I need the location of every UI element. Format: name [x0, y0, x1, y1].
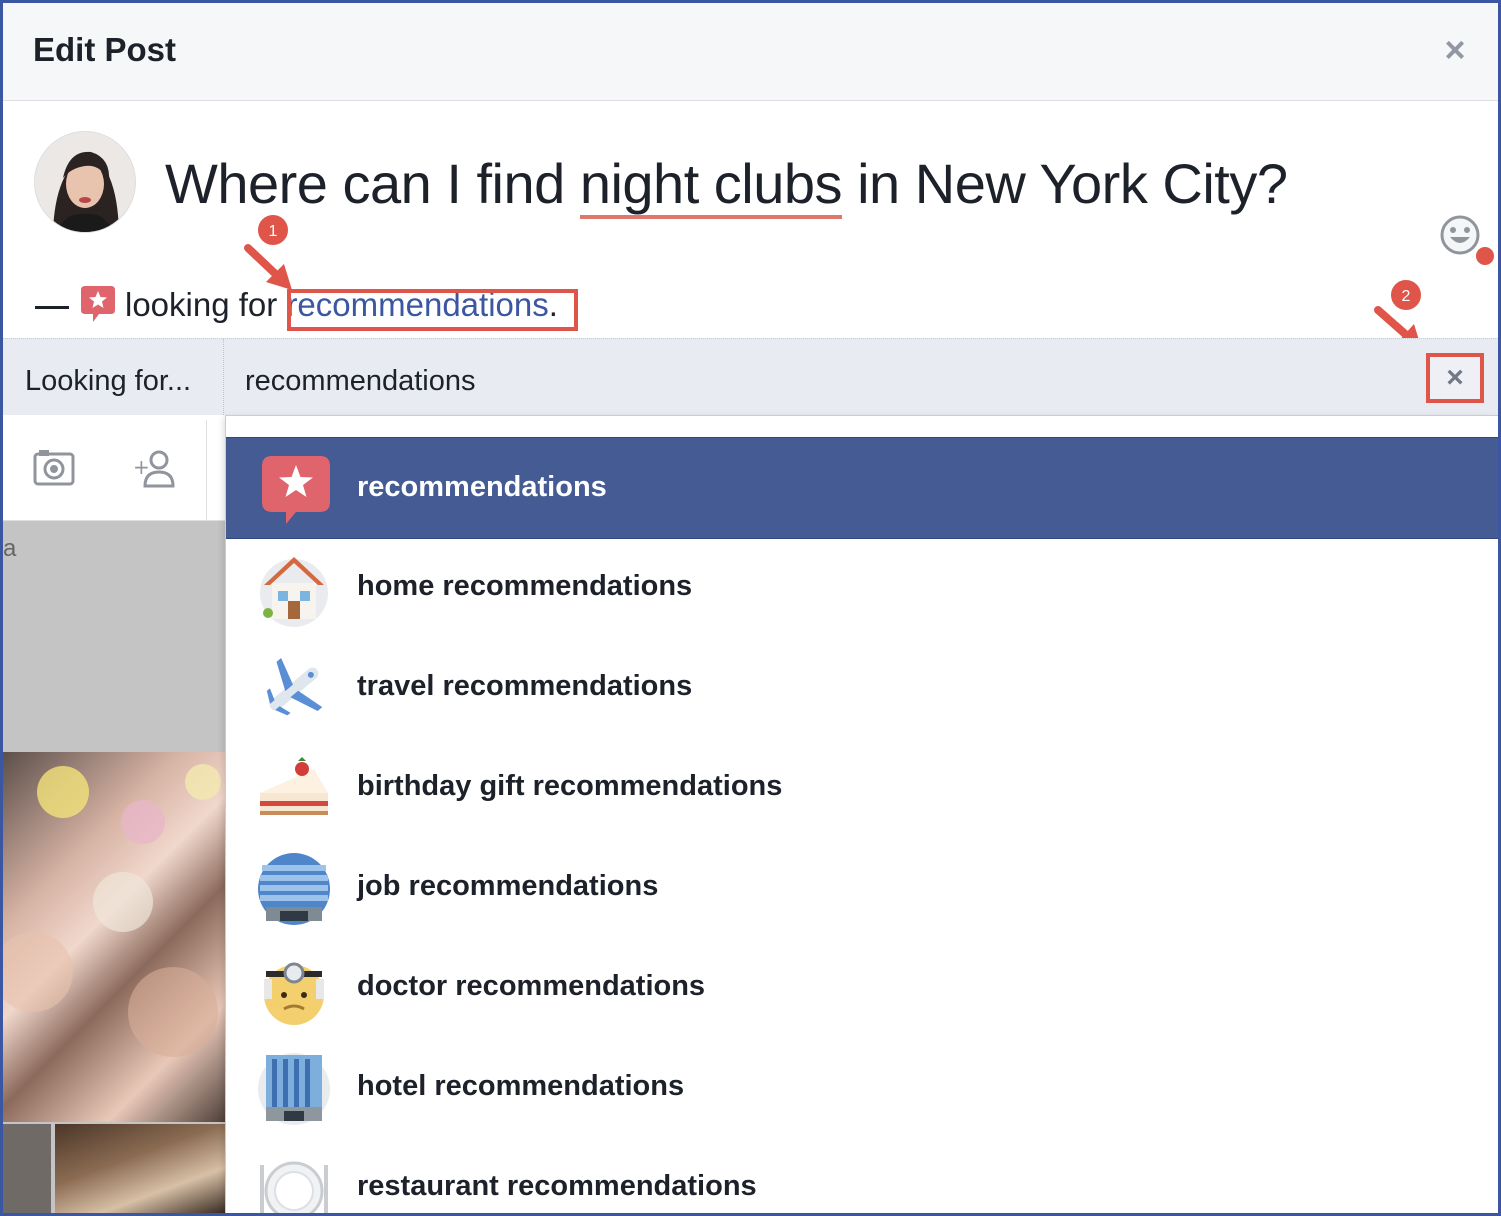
house-icon — [256, 551, 332, 627]
feed-photo-thumb — [3, 1124, 51, 1213]
tag-people-icon[interactable]: + — [133, 448, 177, 493]
plate-fork-knife-icon — [256, 1151, 332, 1214]
dropdown-item-label: home recommendations — [357, 570, 693, 602]
notification-dot — [1476, 247, 1494, 265]
cake-icon — [256, 751, 332, 827]
camera-icon[interactable] — [33, 448, 75, 491]
smiley-face-icon[interactable] — [1438, 213, 1480, 255]
hotel-icon — [256, 1051, 332, 1127]
user-avatar-icon — [35, 132, 135, 232]
activity-bar: Looking for... recommendations × — [3, 338, 1498, 416]
star-speech-bubble-icon — [256, 452, 332, 528]
star-speech-bubble-icon — [77, 284, 117, 332]
activity-input[interactable]: recommendations — [245, 365, 476, 398]
dialog-header: Edit Post × — [3, 3, 1498, 101]
dash-divider — [35, 305, 69, 309]
post-composer: Where can I find night clubs in New York… — [3, 101, 1498, 338]
activity-divider — [223, 339, 224, 415]
post-text[interactable]: Where can I find night clubs in New York… — [165, 151, 1288, 219]
doctor-icon — [256, 951, 332, 1027]
activity-suggestions-dropdown: recommendations home recommendations tra… — [225, 415, 1499, 1214]
annotation-highlight-feeling — [287, 289, 578, 331]
avatar — [34, 131, 136, 233]
dropdown-item[interactable]: travel recommendations — [226, 637, 1499, 737]
dropdown-item[interactable]: job recommendations — [226, 837, 1499, 937]
dropdown-item[interactable]: home recommendations — [226, 537, 1499, 637]
dropdown-item-label: job recommendations — [357, 870, 659, 902]
close-icon[interactable]: × — [1438, 32, 1472, 68]
dialog-title: Edit Post — [33, 31, 177, 68]
dropdown-item-label: birthday gift recommendations — [357, 770, 783, 802]
annotation-badge-2: 2 — [1389, 278, 1423, 312]
post-text-start: Where can I find — [165, 152, 580, 215]
misspelled-word[interactable]: night clubs — [579, 152, 843, 219]
dropdown-item[interactable]: hotel recommendations — [226, 1037, 1499, 1137]
composer-tools: + — [3, 415, 225, 521]
dropdown-item-label: recommendations — [357, 471, 607, 503]
feed-photo-selfie — [0, 752, 225, 1122]
dropdown-item-label: doctor recommendations — [357, 970, 706, 1002]
activity-label: Looking for... — [25, 365, 192, 397]
tool-divider — [206, 420, 207, 520]
dropdown-item-label: hotel recommendations — [357, 1070, 685, 1102]
annotation-badge-1: 1 — [256, 213, 290, 247]
dropdown-item-label: travel recommendations — [357, 670, 693, 702]
dropdown-item[interactable]: restaurant recommendations — [226, 1137, 1499, 1214]
remove-activity-button[interactable]: × — [1426, 353, 1484, 403]
feed-partial-text: a — [3, 535, 17, 562]
dropdown-item-label: restaurant recommendations — [357, 1170, 757, 1202]
dropdown-item[interactable]: doctor recommendations — [226, 937, 1499, 1037]
feed-photo-group — [55, 1124, 225, 1213]
office-building-icon — [256, 851, 332, 927]
post-text-end: in New York City? — [842, 152, 1288, 215]
airplane-icon — [256, 651, 332, 727]
annotation-arrow-1-icon — [244, 244, 292, 290]
dropdown-item[interactable]: recommendations — [226, 437, 1499, 539]
dropdown-item[interactable]: birthday gift recommendations — [226, 737, 1499, 837]
